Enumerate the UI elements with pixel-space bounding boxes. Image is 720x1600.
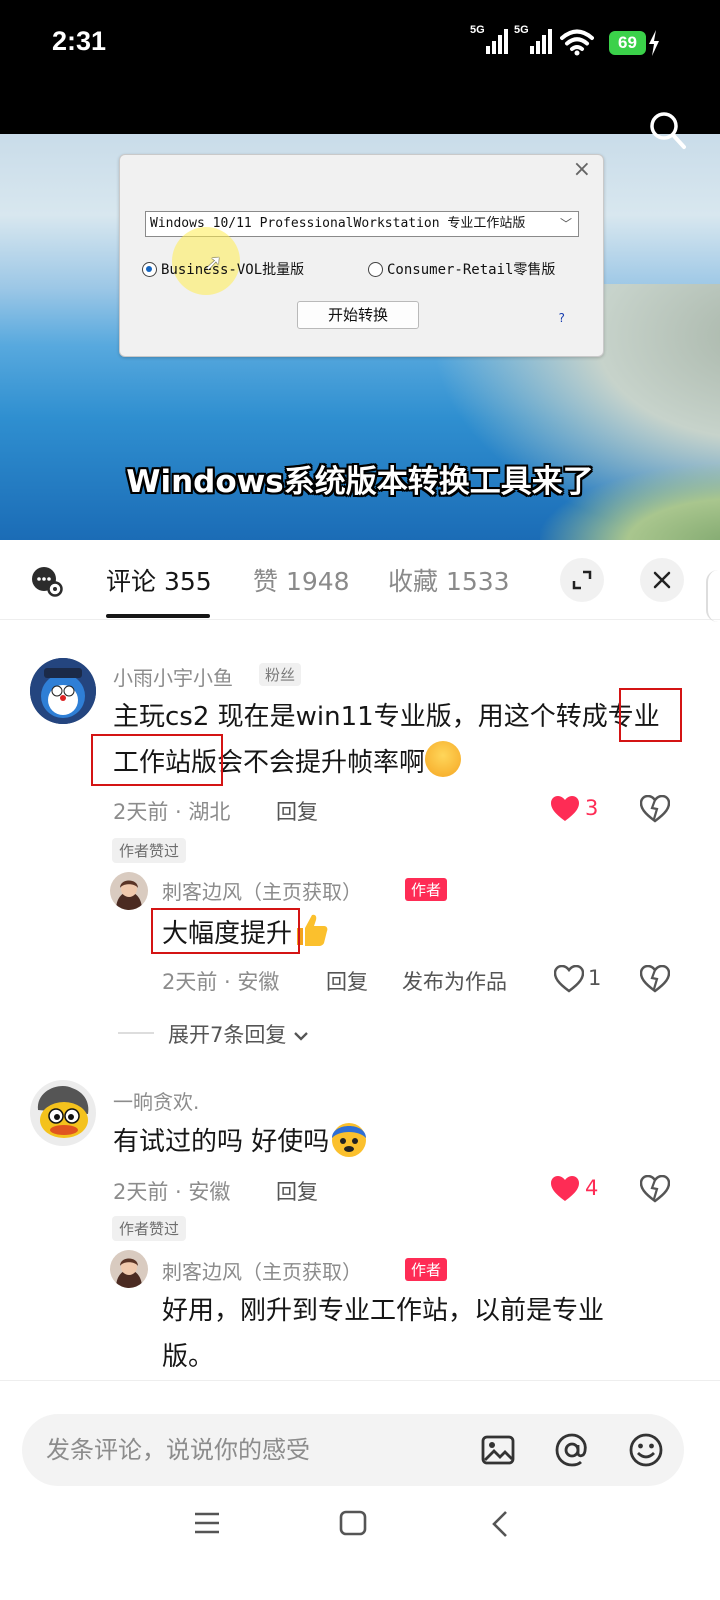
radio-unselected-icon — [368, 261, 383, 277]
reply-button[interactable]: 回复 — [276, 1176, 318, 1206]
tab-likes[interactable]: 赞 1948 — [253, 562, 350, 598]
video-player[interactable]: × Windows 10/11 ProfessionalWorkstation … — [0, 134, 720, 540]
author-liked-tag: 作者赞过 — [112, 838, 187, 863]
expand-replies-button[interactable]: 展开7条回复 — [168, 1019, 309, 1049]
avatar[interactable] — [110, 1250, 148, 1288]
highlight-box — [91, 734, 223, 786]
avatar[interactable] — [30, 658, 96, 724]
pleading-face-emoji-icon — [425, 741, 462, 777]
dislike-icon[interactable] — [640, 965, 670, 993]
expand-icon — [572, 570, 592, 590]
heart-outline-icon[interactable] — [554, 965, 584, 993]
close-button[interactable] — [640, 558, 684, 602]
comment-time-location: 2天前 · 安徽 — [113, 1180, 231, 1204]
wifi-icon — [560, 29, 594, 56]
start-convert-button: 开始转换 — [297, 301, 419, 329]
comment-input[interactable] — [46, 1414, 466, 1486]
video-caption: Windows系统版本转换工具来了 — [126, 464, 594, 500]
username[interactable]: 小雨小宇小鱼 — [113, 662, 233, 691]
highlight-box — [151, 908, 300, 954]
comment-text: 有试过的吗 好使吗 — [113, 1118, 369, 1165]
heart-filled-icon[interactable] — [550, 795, 580, 823]
edition-converter-dialog: × Windows 10/11 ProfessionalWorkstation … — [119, 154, 604, 357]
reply-text-line2: 版。 — [162, 1342, 215, 1372]
back-icon[interactable] — [489, 1510, 511, 1538]
fan-badge: 粉丝 — [259, 663, 302, 686]
menu-icon[interactable] — [193, 1511, 221, 1535]
mouse-cursor-icon: ➚ — [204, 251, 223, 276]
avatar[interactable] — [30, 1080, 96, 1146]
comment-input-bar — [22, 1414, 684, 1486]
publish-as-work-button[interactable]: 发布为作品 — [402, 966, 507, 996]
username[interactable]: 一晌贪欢. — [113, 1086, 199, 1115]
heart-filled-icon[interactable] — [550, 1175, 580, 1203]
battery-icon: 69 — [609, 31, 646, 55]
tab-underline — [106, 614, 210, 618]
expand-button[interactable] — [560, 558, 604, 602]
charging-icon — [649, 30, 659, 56]
reply-button[interactable]: 回复 — [276, 796, 318, 826]
comment-time-location: 2天前 · 湖北 — [113, 800, 231, 824]
like-count: 4 — [585, 1176, 599, 1200]
radio-selected-icon — [142, 261, 157, 277]
username[interactable]: 刺客边风（主页获取） — [162, 1256, 362, 1285]
username[interactable]: 刺客边风（主页获取） — [162, 876, 362, 905]
author-badge: 作者 — [405, 1258, 448, 1281]
image-icon[interactable] — [480, 1432, 516, 1468]
reply-text-line1: 好用，刚升到专业工作站，以前是专业 — [162, 1296, 605, 1326]
clock: 2:31 — [52, 26, 107, 56]
radio-consumer: Consumer-Retail零售版 — [368, 259, 555, 279]
tab-comments[interactable]: 评论 355 — [106, 562, 212, 598]
reply-button[interactable]: 回复 — [326, 966, 368, 996]
dislike-icon[interactable] — [640, 1175, 670, 1203]
author-badge: 作者 — [405, 878, 448, 901]
reply-time-location: 2天前 · 安徽 — [162, 970, 280, 994]
system-nav-bar — [0, 1510, 720, 1600]
chevron-down-icon — [294, 1032, 308, 1041]
highlight-box — [619, 688, 682, 742]
status-bar: 2:31 5G 5G 69 — [0, 0, 720, 134]
dialog-close-icon: × — [572, 157, 591, 182]
chat-settings-icon[interactable] — [30, 565, 64, 597]
cell-signal-icon-2: 5G — [514, 24, 552, 54]
radio-business: Business-VOL批量版 — [142, 259, 304, 279]
chevron-down-icon: ﹀ — [559, 217, 572, 231]
search-icon[interactable] — [648, 110, 688, 152]
author-liked-tag: 作者赞过 — [112, 1216, 187, 1241]
tab-favorites[interactable]: 收藏 1533 — [388, 562, 510, 598]
like-count: 1 — [588, 966, 602, 990]
mention-icon[interactable] — [554, 1432, 590, 1468]
close-icon — [653, 571, 671, 589]
home-icon[interactable] — [339, 1510, 367, 1536]
help-icon: ? — [558, 311, 566, 325]
tabs-bar: 评论 355 赞 1948 收藏 1533 — [0, 540, 720, 622]
side-handle — [706, 570, 720, 622]
avatar[interactable] — [110, 872, 148, 910]
like-count: 3 — [585, 796, 599, 820]
cell-signal-icon: 5G — [470, 24, 508, 54]
divider-line — [118, 1032, 154, 1034]
dislike-icon[interactable] — [640, 795, 670, 823]
cold-face-emoji-icon — [332, 1123, 367, 1157]
emoji-icon[interactable] — [628, 1432, 664, 1468]
